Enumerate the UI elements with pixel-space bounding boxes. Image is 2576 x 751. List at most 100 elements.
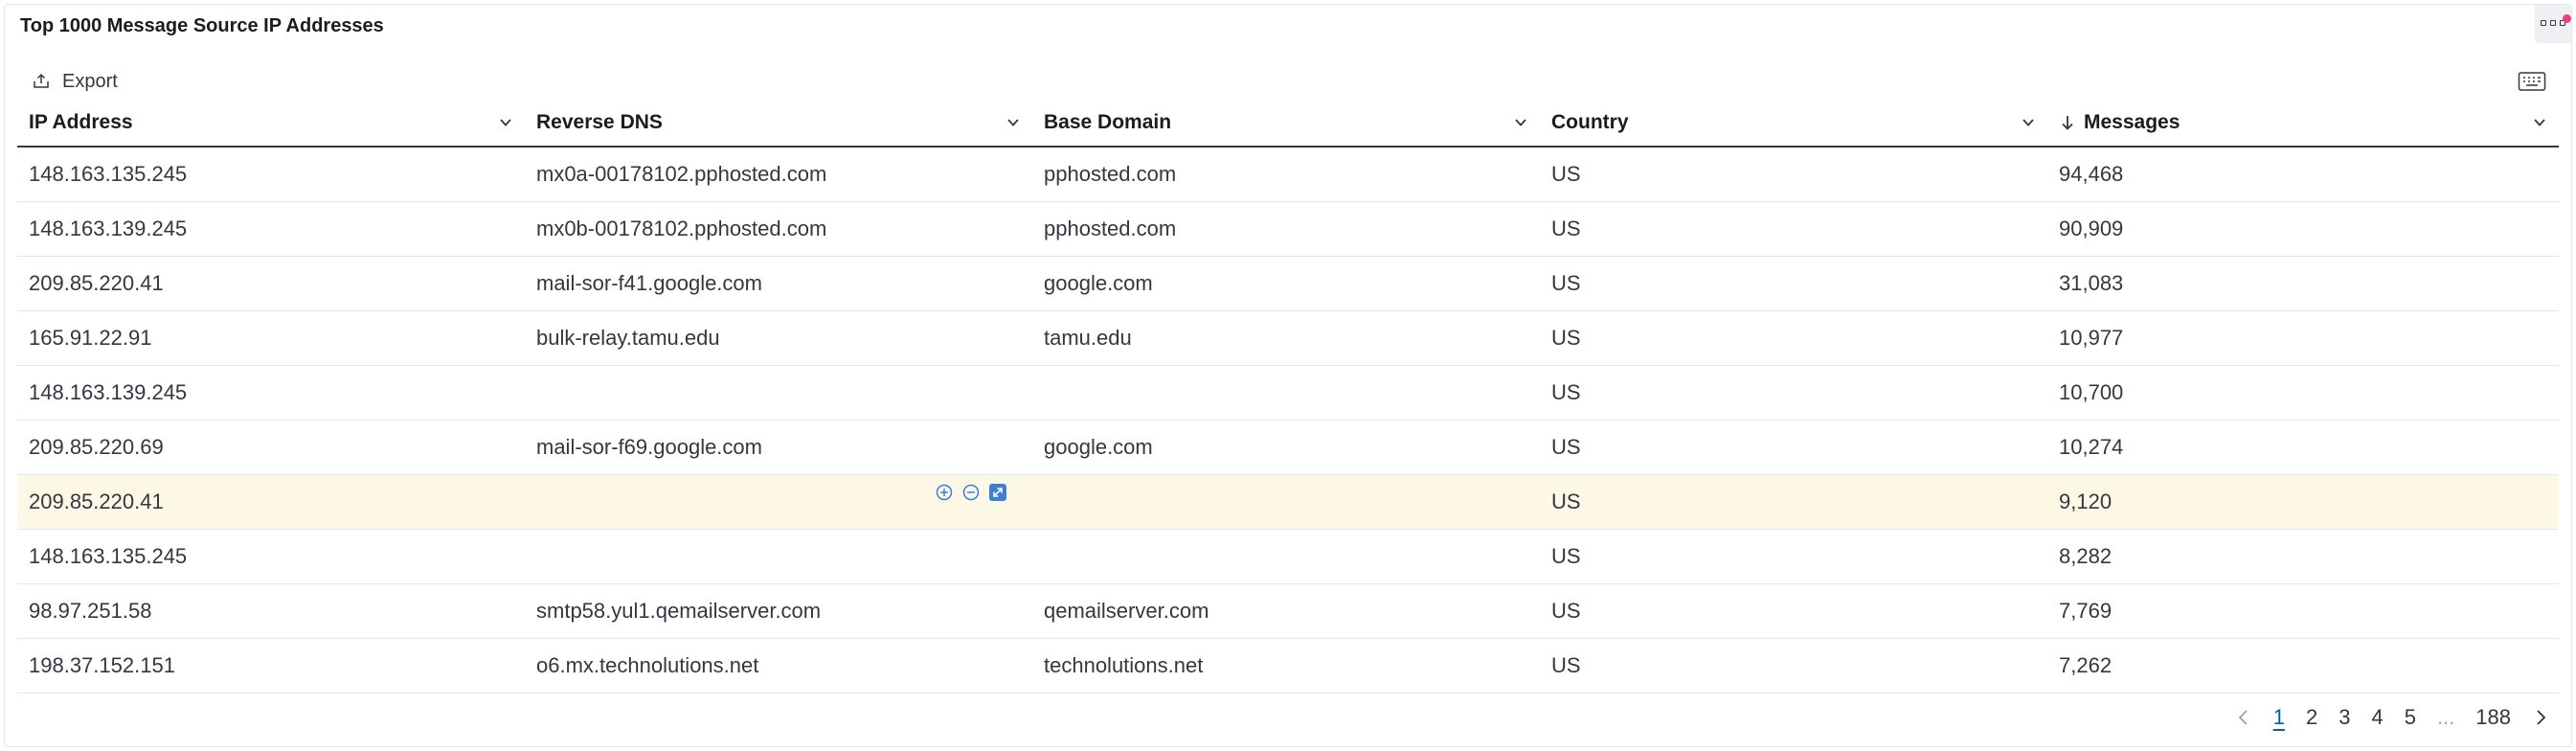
table-row: 165.91.22.91 bulk-relay.tamu.edu tamu.ed… bbox=[17, 311, 2559, 366]
export-label: Export bbox=[62, 70, 118, 92]
cell-base-domain[interactable]: google.com bbox=[1032, 257, 1540, 310]
cell-reverse-dns[interactable]: bulk-relay.tamu.edu bbox=[525, 311, 1032, 365]
export-icon bbox=[34, 73, 49, 88]
cell-actions bbox=[935, 483, 1007, 502]
column-header-label: Base Domain bbox=[1044, 111, 1172, 133]
arrow-down-icon bbox=[2062, 116, 2073, 130]
column-header-label: Messages bbox=[2084, 111, 2181, 133]
table-header: IP Address Reverse DNS Base Domain Count… bbox=[17, 100, 2559, 148]
page-2-link[interactable]: 2 bbox=[2306, 705, 2317, 730]
cell-base-domain[interactable]: technolutions.net bbox=[1032, 639, 1540, 693]
cell-country[interactable]: US bbox=[1540, 366, 2047, 420]
cell-ip-address[interactable]: 148.163.139.245 bbox=[17, 366, 525, 420]
cell-reverse-dns[interactable] bbox=[525, 366, 1032, 420]
chevron-down-icon[interactable] bbox=[498, 117, 513, 128]
table-row: 209.85.220.41 mail-sor-f41.google.com go… bbox=[17, 257, 2559, 311]
chevron-right-icon[interactable] bbox=[2532, 707, 2549, 728]
cell-ip-address[interactable]: 198.37.152.151 bbox=[17, 639, 525, 693]
cell-country[interactable]: US bbox=[1540, 421, 2047, 474]
cell-base-domain[interactable] bbox=[1032, 366, 1540, 420]
cell-base-domain[interactable]: pphosted.com bbox=[1032, 148, 1540, 201]
chevron-left-icon[interactable] bbox=[2235, 707, 2252, 728]
panel-menu-icon bbox=[2541, 20, 2565, 28]
cell-base-domain[interactable]: qemailserver.com bbox=[1032, 584, 1540, 638]
table-row: 98.97.251.58 smtp58.yul1.qemailserver.co… bbox=[17, 584, 2559, 639]
cell-messages[interactable]: 7,262 bbox=[2047, 639, 2559, 693]
cell-ip-address[interactable]: 209.85.220.41 bbox=[17, 475, 525, 529]
cell-country[interactable]: US bbox=[1540, 530, 2047, 583]
cell-messages[interactable]: 90,909 bbox=[2047, 202, 2559, 256]
filter-out-icon[interactable] bbox=[961, 483, 981, 502]
table-row: 198.37.152.151 o6.mx.technolutions.net t… bbox=[17, 639, 2559, 694]
keyboard-icon[interactable] bbox=[2518, 71, 2546, 92]
data-table: IP Address Reverse DNS Base Domain Count… bbox=[17, 100, 2559, 694]
cell-ip-address[interactable]: 98.97.251.58 bbox=[17, 584, 525, 638]
filter-for-icon[interactable] bbox=[935, 483, 954, 502]
cell-country[interactable]: US bbox=[1540, 311, 2047, 365]
column-header-country[interactable]: Country bbox=[1540, 100, 2047, 146]
table-row: 148.163.135.245 mx0a-00178102.pphosted.c… bbox=[17, 148, 2559, 202]
cell-messages[interactable]: 9,120 bbox=[2047, 475, 2559, 529]
panel-title: Top 1000 Message Source IP Addresses bbox=[20, 15, 384, 36]
chevron-down-icon[interactable] bbox=[2532, 117, 2547, 128]
table-row-hovered: 209.85.220.41 US 9,120 bbox=[17, 475, 2559, 530]
chevron-down-icon[interactable] bbox=[1513, 117, 1528, 128]
cell-messages[interactable]: 10,977 bbox=[2047, 311, 2559, 365]
column-header-label: IP Address bbox=[29, 111, 133, 133]
cell-messages[interactable]: 8,282 bbox=[2047, 530, 2559, 583]
column-header-label: Country bbox=[1551, 111, 1629, 133]
cell-reverse-dns[interactable]: mail-sor-f69.google.com bbox=[525, 421, 1032, 474]
cell-ip-address[interactable]: 165.91.22.91 bbox=[17, 311, 525, 365]
cell-country[interactable]: US bbox=[1540, 639, 2047, 693]
chevron-down-icon[interactable] bbox=[2021, 117, 2036, 128]
column-header-base-domain[interactable]: Base Domain bbox=[1032, 100, 1540, 146]
cell-country[interactable]: US bbox=[1540, 202, 2047, 256]
cell-reverse-dns[interactable]: o6.mx.technolutions.net bbox=[525, 639, 1032, 693]
cell-base-domain[interactable] bbox=[1032, 475, 1540, 529]
table-row: 148.163.135.245 US 8,282 bbox=[17, 530, 2559, 584]
pagination-ellipsis: ... bbox=[2436, 705, 2455, 729]
cell-messages[interactable]: 10,274 bbox=[2047, 421, 2559, 474]
cell-messages[interactable]: 7,769 bbox=[2047, 584, 2559, 638]
column-header-messages[interactable]: Messages bbox=[2047, 100, 2559, 146]
cell-base-domain[interactable]: pphosted.com bbox=[1032, 202, 1540, 256]
panel-options-button[interactable] bbox=[2535, 5, 2571, 43]
cell-reverse-dns[interactable]: mx0a-00178102.pphosted.com bbox=[525, 148, 1032, 201]
cell-country[interactable]: US bbox=[1540, 257, 2047, 310]
cell-ip-address[interactable]: 209.85.220.69 bbox=[17, 421, 525, 474]
cell-messages[interactable]: 31,083 bbox=[2047, 257, 2559, 310]
cell-reverse-dns[interactable]: mx0b-00178102.pphosted.com bbox=[525, 202, 1032, 256]
cell-base-domain[interactable]: google.com bbox=[1032, 421, 1540, 474]
pagination: 1 2 3 4 5 ... 188 bbox=[2235, 703, 2549, 732]
cell-ip-address[interactable]: 209.85.220.41 bbox=[17, 257, 525, 310]
cell-reverse-dns[interactable] bbox=[525, 475, 1032, 529]
cell-ip-address[interactable]: 148.163.139.245 bbox=[17, 202, 525, 256]
cell-messages[interactable]: 10,700 bbox=[2047, 366, 2559, 420]
expand-icon[interactable] bbox=[988, 483, 1007, 502]
column-header-reverse-dns[interactable]: Reverse DNS bbox=[525, 100, 1032, 146]
column-header-label: Reverse DNS bbox=[536, 111, 663, 133]
chevron-down-icon[interactable] bbox=[1006, 117, 1021, 128]
cell-country[interactable]: US bbox=[1540, 148, 2047, 201]
cell-reverse-dns[interactable]: mail-sor-f41.google.com bbox=[525, 257, 1032, 310]
cell-ip-address[interactable]: 148.163.135.245 bbox=[17, 148, 525, 201]
column-header-ip-address[interactable]: IP Address bbox=[17, 100, 525, 146]
cell-messages[interactable]: 94,468 bbox=[2047, 148, 2559, 201]
page-last-link[interactable]: 188 bbox=[2475, 705, 2511, 730]
page-4-link[interactable]: 4 bbox=[2371, 705, 2383, 730]
cell-base-domain[interactable] bbox=[1032, 530, 1540, 583]
page-1-link[interactable]: 1 bbox=[2273, 705, 2285, 730]
page-5-link[interactable]: 5 bbox=[2405, 705, 2416, 730]
cell-country[interactable]: US bbox=[1540, 475, 2047, 529]
notification-dot bbox=[2563, 14, 2571, 23]
page-3-link[interactable]: 3 bbox=[2339, 705, 2350, 730]
cell-ip-address[interactable]: 148.163.135.245 bbox=[17, 530, 525, 583]
cell-base-domain[interactable]: tamu.edu bbox=[1032, 311, 1540, 365]
table-row: 148.163.139.245 mx0b-00178102.pphosted.c… bbox=[17, 202, 2559, 257]
cell-country[interactable]: US bbox=[1540, 584, 2047, 638]
cell-reverse-dns[interactable]: smtp58.yul1.qemailserver.com bbox=[525, 584, 1032, 638]
table-row: 209.85.220.69 mail-sor-f69.google.com go… bbox=[17, 421, 2559, 475]
export-button[interactable]: Export bbox=[32, 67, 118, 96]
cell-reverse-dns[interactable] bbox=[525, 530, 1032, 583]
table-row: 148.163.139.245 US 10,700 bbox=[17, 366, 2559, 421]
